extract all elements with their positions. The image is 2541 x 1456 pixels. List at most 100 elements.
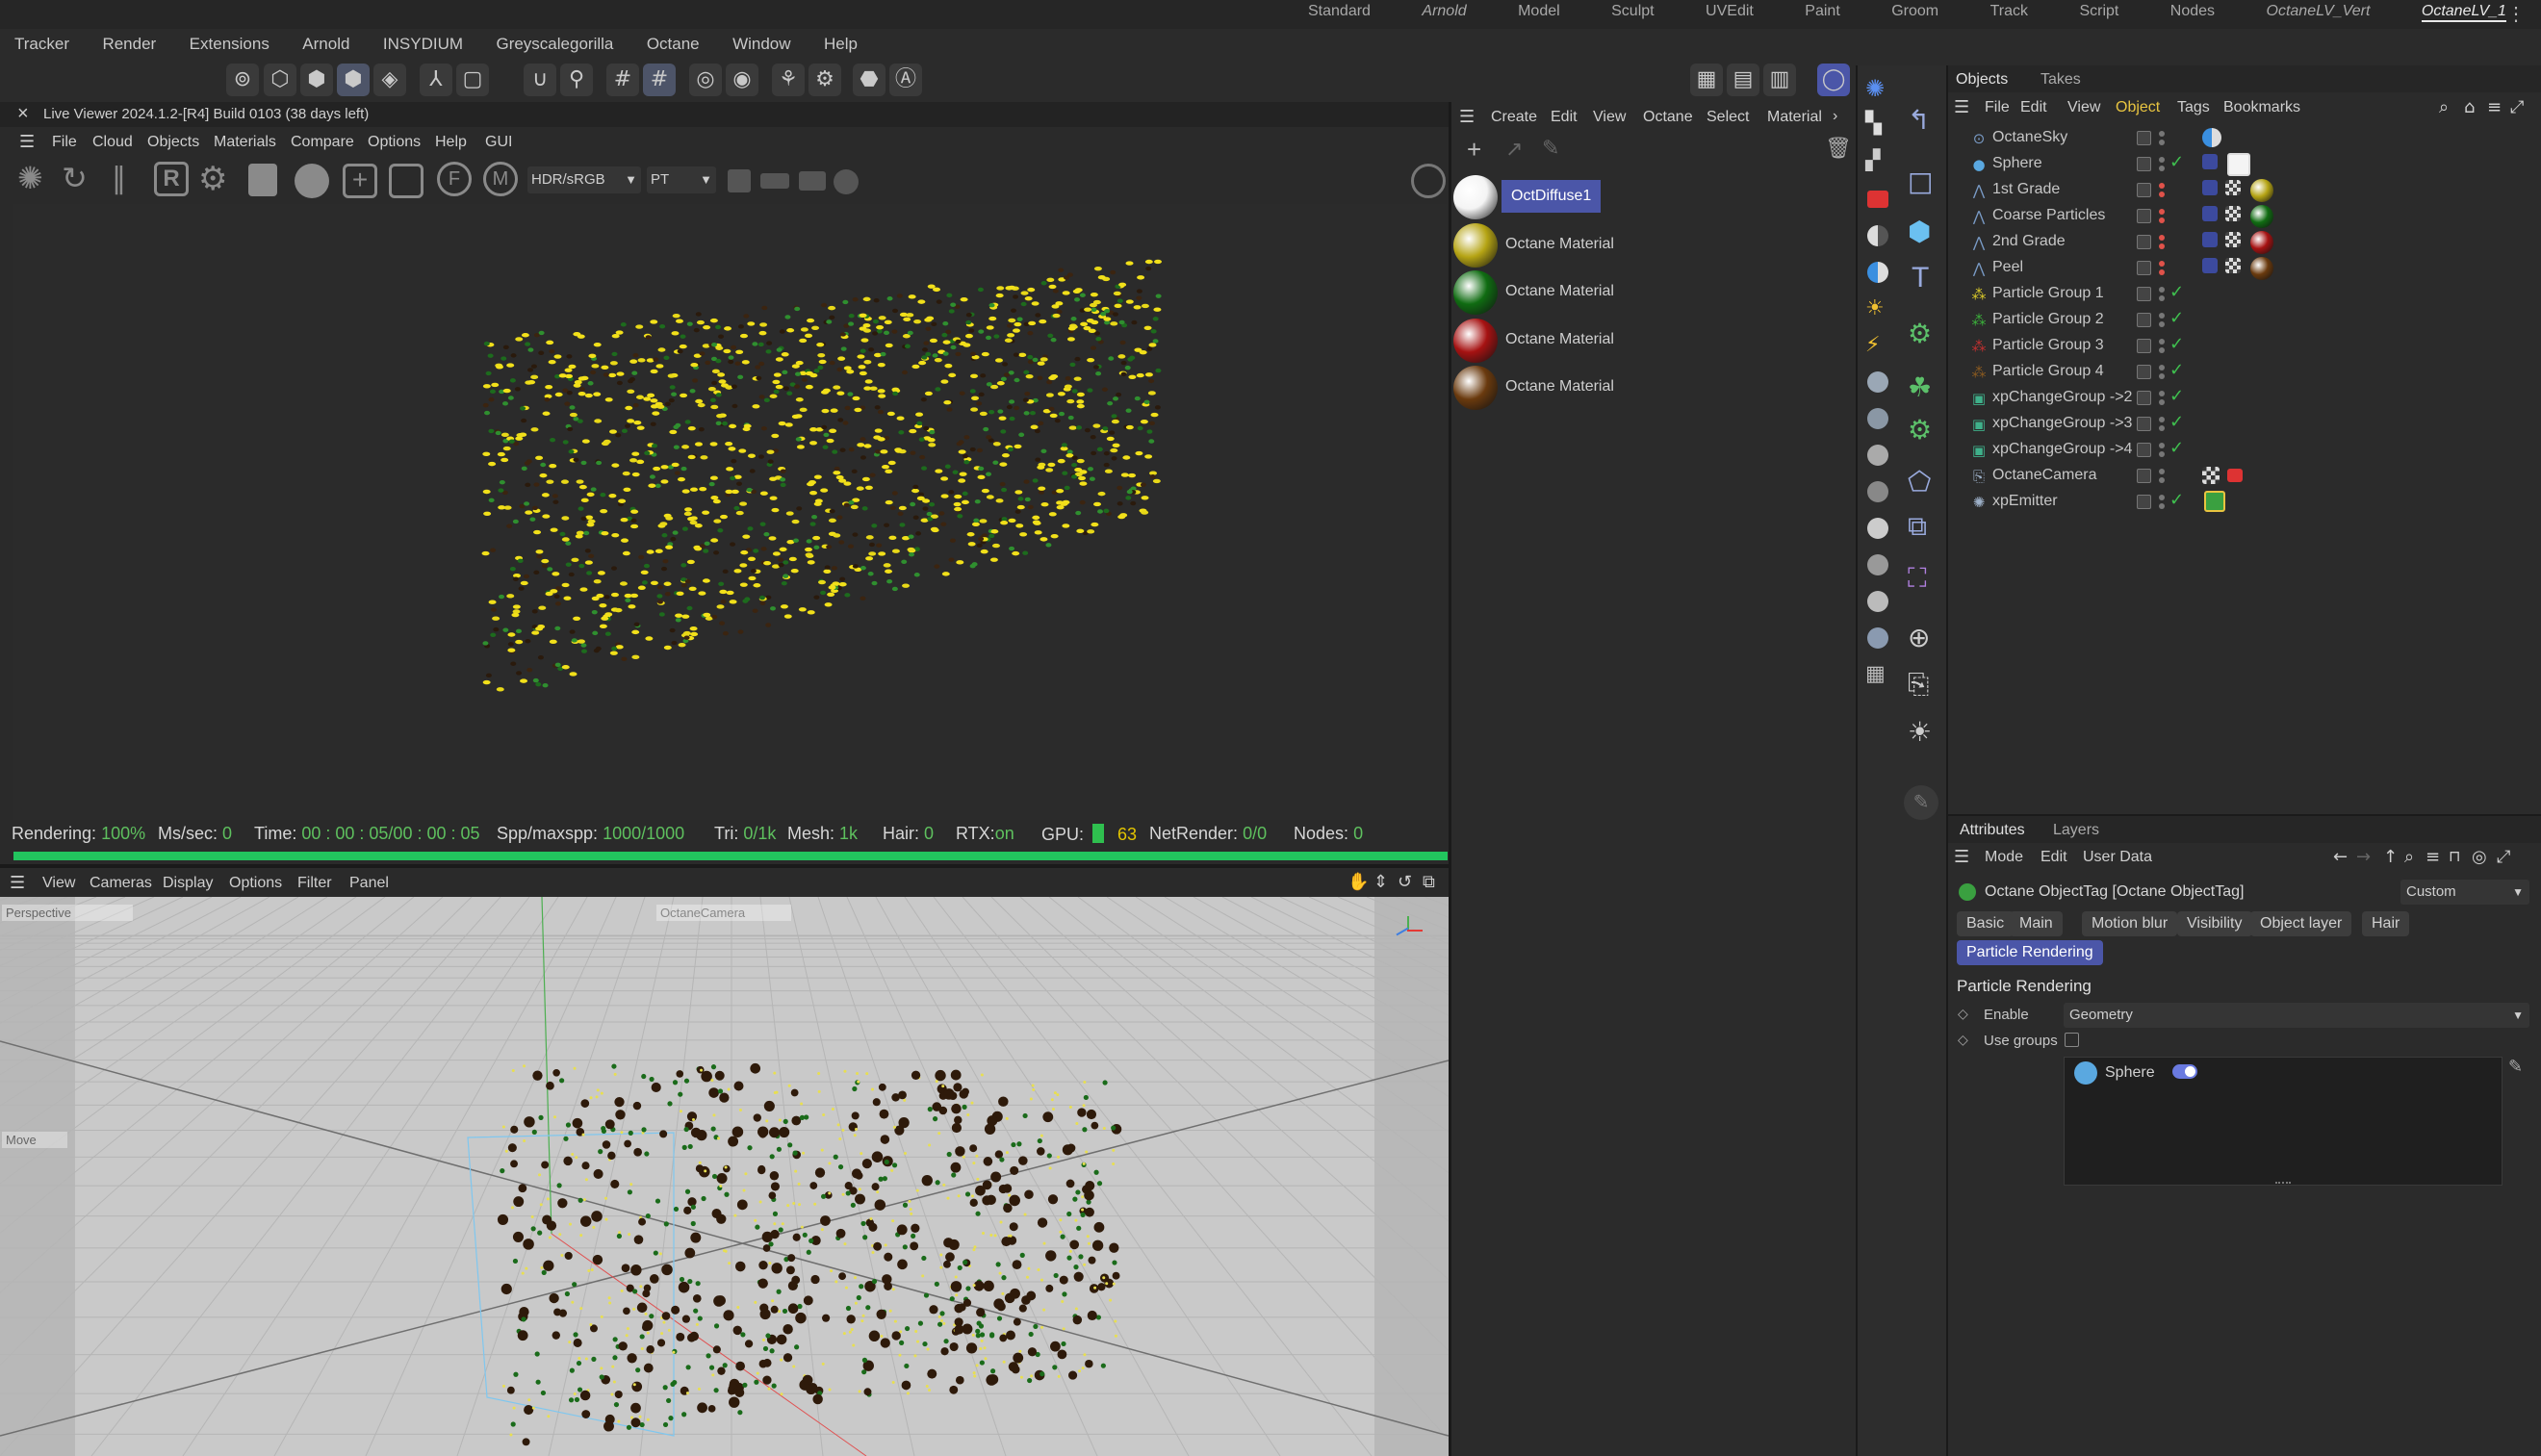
subtab-motion-blur[interactable]: Motion blur [2082,911,2178,936]
material-ball-icon[interactable] [295,164,329,198]
editor-visibility-dot[interactable] [2159,131,2165,137]
3d-viewport[interactable]: Perspective OctaneCamera Move [0,897,1449,1456]
layout-sculpt[interactable]: Sculpt [1611,3,1654,20]
tab-attributes[interactable]: Attributes [1960,822,2025,839]
octane-logo-icon[interactable]: ✺ [1865,75,1885,102]
camera-red-icon[interactable] [1867,191,1888,208]
menu-greyscalegorilla[interactable]: Greyscalegorilla [496,35,613,54]
render-mode-icon[interactable]: R [154,162,189,196]
camera-icon[interactable] [799,171,826,191]
sun-icon[interactable]: ☀ [1865,296,1885,320]
obj-menu-tags[interactable]: Tags [2177,99,2210,116]
editor-visibility-dot[interactable] [2159,209,2165,215]
menu-insydium[interactable]: INSYDIUM [383,35,463,54]
field-icon[interactable]: ⧉ [1908,510,1927,543]
maximize-view-icon[interactable]: ⧉ [1423,872,1435,892]
layout-standard[interactable]: Standard [1308,3,1371,20]
hamburger-icon[interactable]: ☰ [19,132,35,152]
half-circle-icon[interactable] [1867,225,1888,246]
layout-groom[interactable]: Groom [1891,3,1938,20]
hamburger-icon[interactable]: ☰ [1459,107,1475,127]
search-icon[interactable]: ⌕ [2439,97,2449,117]
trash-icon[interactable]: 🗑 [1825,137,1852,161]
sphere-material-icon-4[interactable] [1867,481,1888,502]
layout-arnold[interactable]: Arnold [1422,3,1466,20]
editor-visibility-dot[interactable] [2159,261,2165,267]
sphere-material-icon-3[interactable] [1867,445,1888,466]
lv-menu-gui[interactable]: GUI [485,134,512,151]
enabled-check-icon[interactable]: ✓ [2169,360,2184,380]
checker-icon[interactable]: ▚ [1865,112,1882,136]
hamburger-icon[interactable]: ☰ [1954,847,1969,867]
axis-tool-icon[interactable]: ⅄ [420,64,452,96]
layer-checkbox[interactable] [2137,417,2151,431]
render-view-icon[interactable]: ▦ [1690,64,1723,96]
mograph-icon[interactable]: ☘ [1908,371,1932,403]
object-row[interactable]: ⁂ Particle Group 1 ✓ [1950,281,2528,307]
region-select-icon[interactable] [389,164,424,198]
layout-octanelv-1[interactable]: OctaneLV_1 [2421,3,2506,22]
material-item[interactable]: Octane Material [1451,364,1644,412]
magnet-icon[interactable]: ∪ [524,64,556,96]
subtab-visibility[interactable]: Visibility [2177,911,2252,936]
subtab-main[interactable]: Main [2010,911,2063,936]
layer-checkbox[interactable] [2137,391,2151,405]
enabled-check-icon[interactable]: ✓ [2169,308,2184,328]
locked-workplane-icon[interactable]: Ⓐ [889,64,922,96]
octane-object-tag-icon[interactable] [2202,232,2218,247]
camera-object-icon[interactable]: ⎘ [1908,668,1929,701]
chevron-right-icon[interactable]: › [1833,108,1837,125]
use-groups-checkbox[interactable] [2065,1033,2079,1047]
focus-picker-icon[interactable]: F [437,162,472,196]
attr-menu-userdata[interactable]: User Data [2083,849,2152,866]
object-row[interactable]: ⊙ OctaneSky [1950,125,2528,151]
restart-render-icon[interactable]: ↻ [62,160,88,196]
layer-checkbox[interactable] [2137,443,2151,457]
pencil-icon[interactable]: ✎ [1542,137,1559,161]
editor-visibility-dot[interactable] [2159,157,2165,163]
enabled-check-icon[interactable]: ✓ [2169,438,2184,458]
enable-select[interactable]: Geometry ▼ [2064,1003,2529,1028]
texture-tag-icon[interactable] [2225,206,2241,221]
layer-checkbox[interactable] [2137,313,2151,327]
zoom-arrows-icon[interactable]: ⇕ [1373,872,1388,892]
layout-nodes[interactable]: Nodes [2170,3,2215,20]
object-mode-icon[interactable]: ▢ [456,64,489,96]
lv-menu-compare[interactable]: Compare [291,134,354,151]
back-arrow-icon[interactable]: ← [2333,847,2348,867]
environment-icon[interactable]: ⊕ [1908,622,1930,653]
subtab-hair[interactable]: Hair [2362,911,2410,936]
enabled-check-icon[interactable]: ✓ [2169,152,2184,172]
object-row[interactable]: ▣ xpChangeGroup ->4 ✓ [1950,437,2528,463]
enabled-check-icon[interactable]: ✓ [2169,490,2184,510]
resize-handle[interactable] [2275,1182,2291,1186]
layer-checkbox[interactable] [2137,235,2151,249]
octane-sphere-icon[interactable]: ◯ [1817,64,1850,96]
subtab-basic[interactable]: Basic [1957,911,2015,936]
object-row[interactable]: ⋀ Coarse Particles [1950,203,2528,229]
orbit-icon[interactable]: ↺ [1398,872,1412,892]
render-region-icon[interactable]: ◎ [689,64,722,96]
layer-checkbox[interactable] [2137,365,2151,379]
object-row[interactable]: ⋀ Peel [1950,255,2528,281]
lv-menu-materials[interactable]: Materials [214,134,276,151]
enable-keyframe-icon[interactable]: ◇ [1958,1007,1968,1022]
render-visibility-dot[interactable] [2159,451,2165,457]
settings-gear-icon[interactable]: ⚙ [808,64,841,96]
material-item[interactable]: Octane Material [1451,221,1644,269]
render-active-icon[interactable]: ◉ [726,64,758,96]
forward-arrow-icon[interactable]: → [2356,847,2371,867]
render-visibility-dot[interactable] [2159,503,2165,509]
sphere-material-icon-5[interactable] [1867,518,1888,539]
obj-menu-file[interactable]: File [1985,99,2010,116]
layer-checkbox[interactable] [2137,183,2151,197]
layer-checkbox[interactable] [2137,131,2151,145]
vp-menu-options[interactable]: Options [229,875,282,892]
filter-icon[interactable]: ≡ [2426,847,2440,867]
lv-menu-cloud[interactable]: Cloud [92,134,133,151]
hamburger-icon[interactable]: ☰ [10,873,25,893]
vp-menu-panel[interactable]: Panel [349,875,389,892]
render-visibility-dot[interactable] [2159,399,2165,405]
editor-visibility-dot[interactable] [2159,339,2165,345]
menu-octane[interactable]: Octane [647,35,700,54]
